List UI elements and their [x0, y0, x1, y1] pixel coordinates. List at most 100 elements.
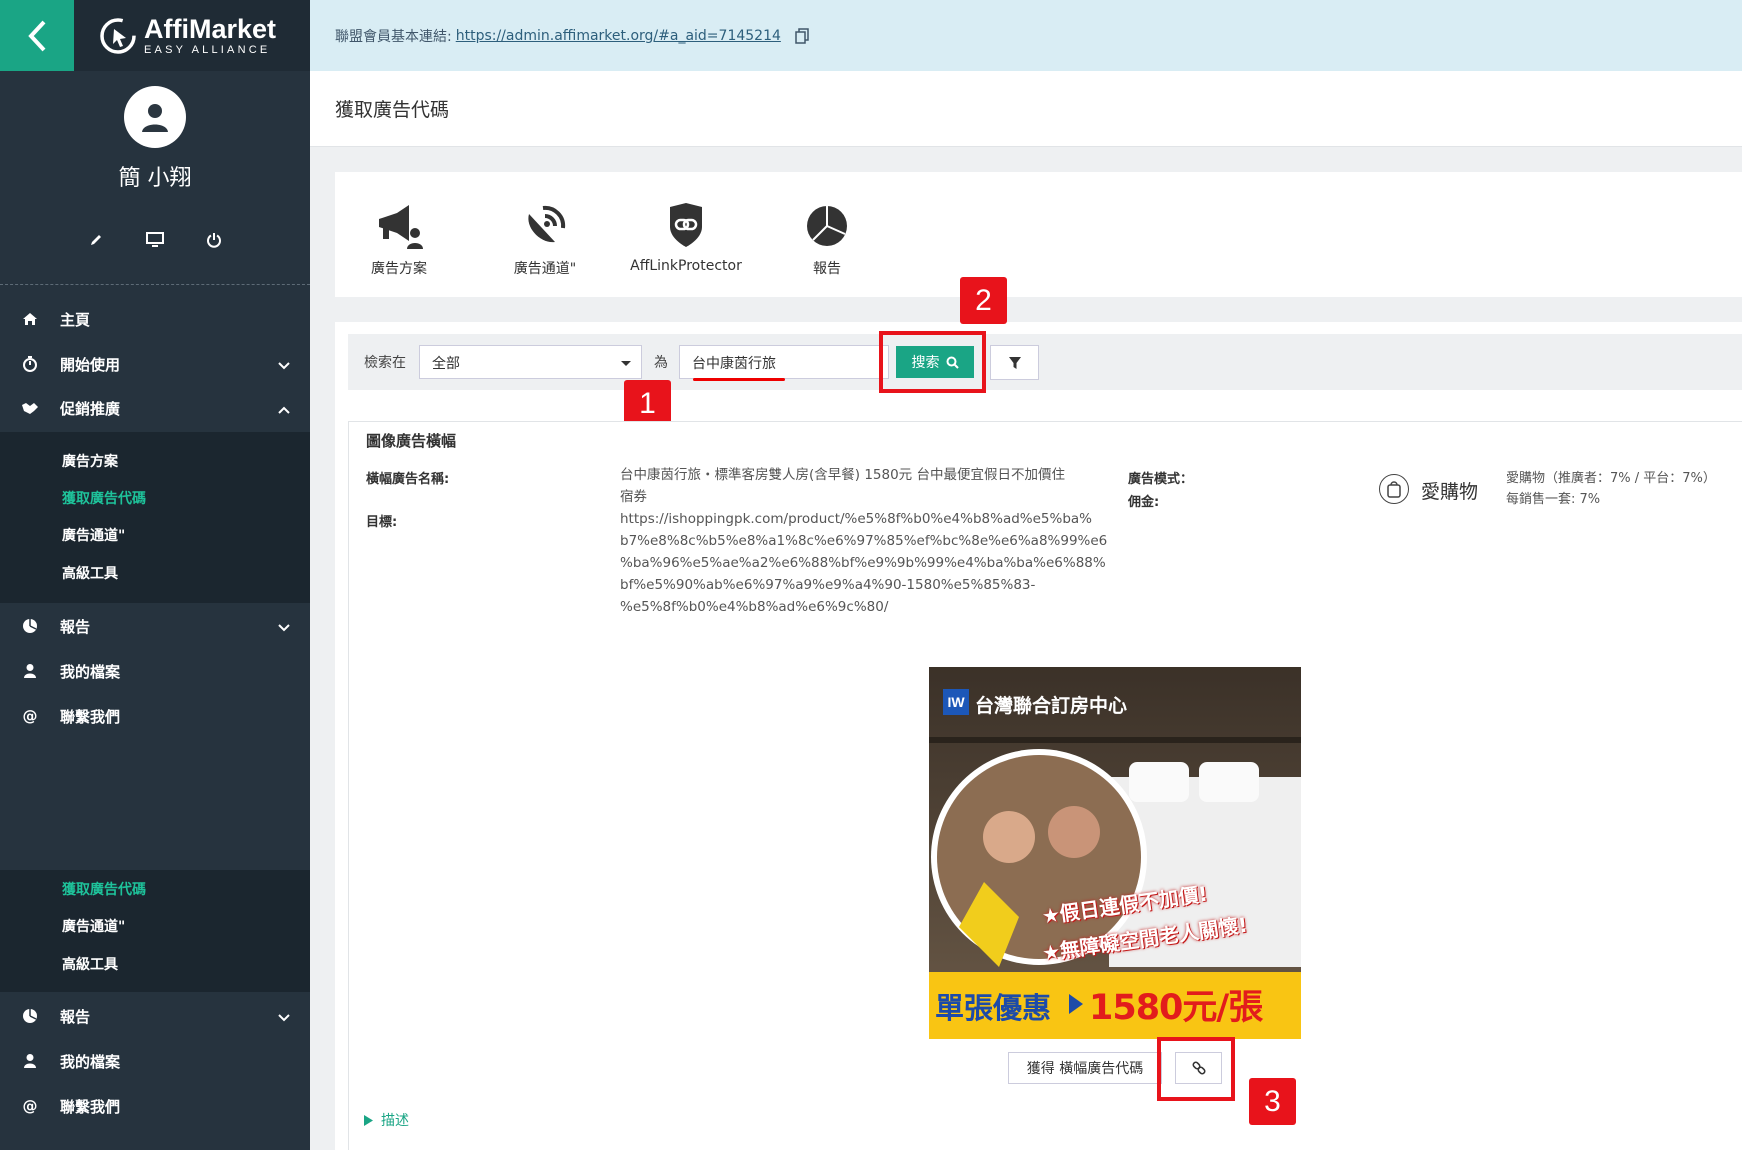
- pie-icon: [0, 618, 60, 634]
- pie-icon: [0, 1008, 60, 1024]
- sidebar-item-label: 促銷推廣: [60, 399, 121, 418]
- avatar[interactable]: [124, 86, 186, 148]
- sidebar-item-promotion[interactable]: 促銷推廣: [0, 386, 310, 430]
- sidebar-item-contact[interactable]: @ 聯繫我們: [0, 694, 310, 738]
- promotion-submenu: 廣告方案 獲取廣告代碼 廣告通道" 高級工具: [0, 432, 310, 603]
- sidebar-item-report[interactable]: 報告: [0, 994, 310, 1038]
- filter-button[interactable]: [990, 345, 1039, 380]
- banner-offer-label: 單張優惠: [935, 991, 1052, 1025]
- page-title: 獲取廣告代碼: [310, 71, 1742, 147]
- sidebar-item-home[interactable]: 主頁: [0, 297, 310, 341]
- copy-icon[interactable]: [795, 27, 809, 44]
- affiliate-link[interactable]: https://admin.affimarket.org/#a_aid=7145…: [456, 28, 781, 44]
- banner-name-line: 台中康茵行旅・標準客房雙人房(含早餐) 1580元 台中最便宜假日不加價住: [620, 467, 1065, 483]
- search-input[interactable]: 台中康茵行旅: [679, 345, 889, 379]
- sidebar: AffiMarket EASY ALLIANCE 簡 小翔 主頁 開始使用 促銷…: [0, 0, 310, 1150]
- banner-header: 台灣聯合訂房中心: [975, 695, 1128, 717]
- target-label: 目標:: [366, 515, 398, 530]
- submenu-ad-plans[interactable]: 廣告方案: [62, 451, 118, 471]
- banner-logo: IW: [943, 689, 969, 715]
- merchant-name: 愛購物: [1421, 481, 1479, 503]
- caret-down-icon: [621, 361, 631, 366]
- tool-label: 廣告方案: [371, 261, 427, 277]
- back-button[interactable]: [0, 0, 74, 71]
- tool-ad-channels[interactable]: 廣告通道": [485, 200, 605, 278]
- sidebar-item-label: 主頁: [60, 310, 91, 329]
- monitor-icon[interactable]: [143, 228, 167, 252]
- submenu-get-ad-code[interactable]: 獲取廣告代碼: [62, 879, 146, 899]
- search-scope-value: 全部: [432, 356, 460, 372]
- brand-tagline: EASY ALLIANCE: [144, 43, 271, 56]
- search-scope-select[interactable]: 全部: [419, 345, 642, 379]
- at-icon: @: [22, 1097, 38, 1115]
- brand-logo[interactable]: AffiMarket EASY ALLIANCE: [74, 0, 310, 71]
- tool-label: 廣告通道": [513, 261, 577, 277]
- user-avatar-icon: [142, 104, 168, 132]
- user-tools: [0, 228, 310, 252]
- sidebar-item-profile[interactable]: 我的檔案: [0, 1039, 310, 1083]
- sidebar-item-report[interactable]: 報告: [0, 604, 310, 648]
- annotation-frame-search: [879, 331, 986, 393]
- pie-chart-icon: [767, 200, 887, 252]
- tool-afflinkprotector[interactable]: AffLinkProtector: [626, 200, 746, 274]
- brand-name: AffiMarket: [144, 13, 277, 44]
- submenu-ad-channels[interactable]: 廣告通道": [62, 916, 125, 936]
- satellite-dish-icon: [485, 200, 605, 252]
- chevron-down-icon: [278, 1008, 290, 1026]
- annotation-callout-1: 1: [624, 380, 671, 427]
- logo-icon: [98, 16, 138, 56]
- target-url-line: b7%e8%8c%b5%e8%a1%8c%e6%97%85%ef%bc%8e%e…: [620, 533, 1108, 549]
- search-in-label: 檢索在: [364, 355, 406, 371]
- target-url: https://ishoppingpk.com/product/%e5%8f%b…: [620, 508, 1107, 618]
- banner-name-label: 橫幅廣告名稱:: [366, 472, 450, 487]
- user-icon: [0, 1053, 60, 1069]
- tool-label: AffLinkProtector: [630, 258, 742, 274]
- power-icon[interactable]: [202, 228, 226, 252]
- user-icon: [0, 663, 60, 679]
- target-url-line: %ba%96%e5%ae%a2%e6%88%bf%e9%9b%99%e4%ba%…: [620, 555, 1106, 571]
- sidebar-item-getting-started[interactable]: 開始使用: [0, 342, 310, 386]
- submenu-advanced-tools[interactable]: 高級工具: [62, 563, 118, 583]
- annotation-frame-link: [1157, 1037, 1235, 1101]
- sidebar-item-label: 開始使用: [60, 355, 121, 374]
- promo-icon: [0, 401, 60, 415]
- sidebar-item-contact[interactable]: @ 聯繫我們: [0, 1084, 310, 1128]
- target-url-line: https://ishoppingpk.com/product/%e5%8f%b…: [620, 511, 1093, 527]
- ad-section-title: 圖像廣告橫幅: [366, 432, 457, 450]
- description-toggle[interactable]: 描述: [364, 1110, 409, 1130]
- tool-label: 報告: [813, 261, 841, 277]
- submenu-advanced-tools[interactable]: 高級工具: [62, 954, 118, 974]
- shield-link-icon: [626, 200, 746, 252]
- banner-name-line: 宿券: [620, 489, 647, 505]
- affiliate-link-label: 聯盟會員基本連結:: [335, 28, 452, 45]
- annotation-underline: [693, 378, 785, 381]
- tool-report[interactable]: 報告: [767, 200, 887, 278]
- submenu-get-ad-code[interactable]: 獲取廣告代碼: [62, 488, 146, 508]
- chevron-up-icon: [278, 400, 290, 418]
- sidebar-item-profile[interactable]: 我的檔案: [0, 649, 310, 693]
- ad-banner-image: IW 台灣聯合訂房中心 ★假日連假不加價! ★無障礙空間老人關懷! 單張優惠 1…: [929, 667, 1301, 1039]
- shopping-bag-icon: [1379, 474, 1409, 504]
- commission-line: 愛購物（推廣者：7% / 平台：7%）: [1506, 471, 1716, 486]
- stopwatch-icon: [0, 356, 60, 372]
- sidebar-item-label: 報告: [60, 1007, 91, 1026]
- get-banner-code-button[interactable]: 獲得 橫幅廣告代碼: [1008, 1052, 1162, 1084]
- target-url-line: bf%e5%90%ab%e6%97%a9%e9%a4%90-1580%e5%85…: [620, 577, 1036, 593]
- submenu-ad-channels[interactable]: 廣告通道": [62, 525, 125, 545]
- annotation-callout-2: 2: [960, 277, 1007, 324]
- target-url-line: %e5%8f%b0%e4%b8%ad%e6%9c%80/: [620, 599, 889, 615]
- duplicate-submenu: 獲取廣告代碼 廣告通道" 高級工具: [0, 870, 310, 992]
- megaphone-icon: [339, 200, 459, 252]
- sidebar-item-label: 報告: [60, 617, 91, 636]
- affiliate-link-bar: 聯盟會員基本連結: https://admin.affimarket.org/#…: [310, 0, 1742, 71]
- sidebar-item-label: 聯繫我們: [60, 707, 121, 726]
- home-icon: [0, 312, 60, 326]
- sidebar-item-label: 我的檔案: [60, 662, 121, 681]
- user-name: 簡 小翔: [118, 166, 192, 191]
- edit-icon[interactable]: [84, 228, 108, 252]
- banner-name-value: 台中康茵行旅・標準客房雙人房(含早餐) 1580元 台中最便宜假日不加價住 宿券: [620, 464, 1065, 508]
- search-for-label: 為: [654, 355, 668, 371]
- commission-label: 佣金:: [1128, 495, 1160, 510]
- tool-ad-plans[interactable]: 廣告方案: [339, 200, 459, 278]
- caret-right-icon: [364, 1114, 373, 1126]
